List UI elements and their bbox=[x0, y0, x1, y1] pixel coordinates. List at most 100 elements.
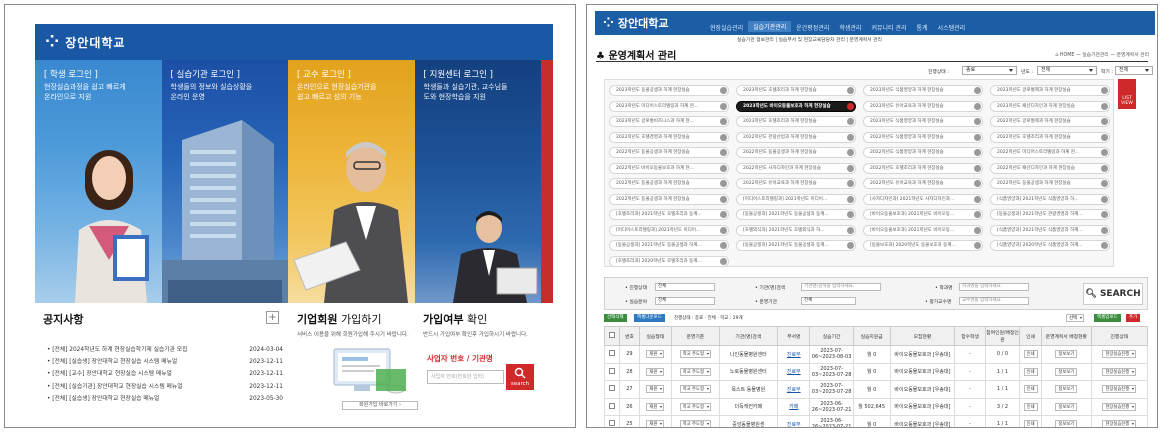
program-open-icon[interactable] bbox=[974, 195, 981, 203]
program-open-icon[interactable] bbox=[847, 102, 854, 110]
program-card[interactable]: [동물공생과] 2021학년도 동물공생과 하계... bbox=[609, 240, 729, 251]
center-login-title[interactable]: [ 지원센터 로그인 ] bbox=[424, 69, 508, 81]
program-card[interactable]: [동물공생과] 2021학년도 관광경영과 하계... bbox=[990, 209, 1110, 220]
program-card[interactable]: 2023학년도 식품영양과 하계 현장실습 bbox=[863, 85, 983, 96]
print-button[interactable]: 인쇄 bbox=[1023, 420, 1038, 427]
program-open-icon[interactable] bbox=[974, 118, 981, 125]
assign-view-button[interactable]: 정보보기 bbox=[1055, 350, 1078, 359]
state-select[interactable]: 현장실습진행 bbox=[1102, 367, 1137, 376]
program-card[interactable]: [바이오동물보호과] 2021학년도 바이오동... bbox=[863, 209, 983, 220]
corporate-signup-button[interactable]: 회원가입 바로가기 › bbox=[342, 401, 418, 410]
program-open-icon[interactable] bbox=[974, 226, 981, 234]
center-login-panel[interactable]: [ 지원센터 로그인 ] 학생들과 실습기관, 교수님들 도와 현장학습을 지원 bbox=[414, 60, 541, 303]
program-open-icon[interactable] bbox=[720, 211, 727, 218]
assign-view-button[interactable]: 정보보기 bbox=[1055, 402, 1078, 411]
program-open-icon[interactable] bbox=[1101, 242, 1108, 249]
program-card[interactable]: 2022학년도 동물공생과 하계 현장실습 bbox=[609, 193, 729, 205]
program-card[interactable]: 2023학년도 유아교육과 하계 현장실습 bbox=[863, 100, 983, 112]
notice-item[interactable]: • [전체] [실습생] 장안대학교 현장실습 시스템 메뉴얼 2023-12-1… bbox=[47, 356, 283, 368]
program-open-icon[interactable] bbox=[974, 149, 981, 156]
search-dept-input[interactable]: 학과명을 입력하세요. bbox=[959, 283, 1029, 291]
university-logo[interactable]: 장안대학교 bbox=[65, 34, 125, 51]
program-open-icon[interactable] bbox=[847, 118, 854, 125]
program-open-icon[interactable] bbox=[1101, 133, 1108, 141]
state-select[interactable]: 현장실습진행 bbox=[1102, 350, 1137, 359]
dept-link[interactable]: 진료부 bbox=[787, 387, 801, 393]
program-open-icon[interactable] bbox=[974, 133, 981, 141]
basis-select[interactable]: 학교 주도형 bbox=[679, 402, 711, 411]
program-open-icon[interactable] bbox=[847, 211, 854, 218]
program-card[interactable]: [동물공생과] 2021학년도 동물공생과 동계... bbox=[736, 240, 856, 251]
row-checkbox[interactable] bbox=[609, 420, 616, 427]
type-select[interactable]: 재원 bbox=[646, 367, 665, 376]
program-card[interactable]: [식품영양과] 2021학년도 식품영양과 하계... bbox=[990, 224, 1110, 236]
search-type-select[interactable]: 전체 bbox=[801, 297, 856, 305]
search-field-select[interactable]: 전체 bbox=[655, 297, 715, 305]
company-login-panel[interactable]: [ 실습기관 로그인 ] 학생들의 정보와 실습상황을 온라인 운영 bbox=[161, 60, 288, 303]
program-card[interactable]: 2023학년도 호텔조리과 하계 현장실습 bbox=[736, 85, 856, 96]
program-card[interactable]: 2022학년도 식품영양과 하계 현장실습 bbox=[863, 147, 983, 158]
program-open-icon[interactable] bbox=[974, 87, 981, 94]
program-open-icon[interactable] bbox=[720, 102, 727, 110]
program-card[interactable]: 2023학년도 바이오동물보호과 하계 현장실습 bbox=[736, 100, 856, 112]
admin-logo[interactable]: ⁘ 장안대학교 bbox=[603, 15, 669, 31]
program-card[interactable]: [호텔조리과] 2020학년도 호텔조리과 동계... bbox=[609, 255, 729, 267]
program-card[interactable]: 2022학년도 유아교육과 하계 현장실습 bbox=[863, 178, 983, 189]
program-open-icon[interactable] bbox=[720, 257, 727, 265]
type-select[interactable]: 재원 bbox=[646, 420, 665, 427]
program-card[interactable]: [미디어스토리텔링과] 2021학년도 미디어... bbox=[736, 193, 856, 205]
program-open-icon[interactable] bbox=[1101, 164, 1108, 172]
program-card[interactable]: 2022학년도 미디어스토리텔링과 하계 현... bbox=[990, 147, 1110, 158]
nav-item[interactable]: 커뮤니티 관리 bbox=[866, 23, 911, 32]
program-card[interactable]: 2022학년도 호텔조리과 하계 현장실습 bbox=[990, 131, 1110, 143]
print-button[interactable]: 인쇄 bbox=[1023, 385, 1038, 394]
program-open-icon[interactable] bbox=[1101, 195, 1108, 203]
assign-view-button[interactable]: 정보보기 bbox=[1055, 385, 1078, 394]
dept-link[interactable]: 진료부 bbox=[787, 352, 801, 358]
table-row[interactable]: 29 재원 학교 주도형 나인동물병원센터 진료부 2023-07-06~2023-08-… bbox=[603, 345, 1149, 364]
print-button[interactable]: 인쇄 bbox=[1023, 350, 1038, 359]
program-card[interactable]: 2022학년도 패션디자인과 하계 현장실습 bbox=[990, 162, 1110, 174]
search-button[interactable]: search bbox=[506, 364, 534, 390]
program-card[interactable]: [미디어스토리텔링과] 2021학년도 미디어... bbox=[609, 224, 729, 236]
state-select[interactable]: 현장실습진행 bbox=[1102, 420, 1137, 427]
program-card[interactable]: 2022학년도 글로벌제과 하계 현장실습 bbox=[990, 116, 1110, 127]
program-card[interactable]: 2022학년도 관광산업과 하계 현장실습 bbox=[736, 131, 856, 143]
program-card[interactable]: 2023학년도 식품영양과 하계 현장실습 bbox=[863, 116, 983, 127]
program-open-icon[interactable] bbox=[974, 102, 981, 110]
nav-item[interactable]: 시스템관리 bbox=[933, 23, 971, 32]
professor-login-panel[interactable]: [ 교수 로그인 ] 온라인으로 현장실습기관을 쉽고 빠르고 섬의 기능 bbox=[288, 60, 415, 303]
basis-select[interactable]: 학교 주도형 bbox=[679, 385, 711, 394]
program-card[interactable]: 2022학년도 동물공생과 하계 현장실습 bbox=[609, 147, 729, 158]
column-header[interactable] bbox=[603, 326, 621, 346]
program-open-icon[interactable] bbox=[720, 226, 727, 234]
table-row[interactable]: 27 재원 학교 주도형 목스트 동물병원 진료부 2023-07-03~2023-07-… bbox=[603, 380, 1149, 399]
notice-item[interactable]: • [전체] 2024학년도 하계 현장실습학기제 실습기관 모집 2024-03… bbox=[47, 344, 283, 356]
program-open-icon[interactable] bbox=[720, 118, 727, 125]
table-row[interactable]: 26 재원 학교 주도형 더독캐컨카페 카페 2023-06-26~2023-07-21 월… bbox=[603, 397, 1149, 416]
nav-item[interactable]: 실습기관관리 bbox=[748, 21, 792, 32]
business-number-input[interactable]: 사업자 번호(번호만 입력) bbox=[427, 370, 504, 384]
program-open-icon[interactable] bbox=[1101, 118, 1108, 125]
program-card[interactable]: [호텔조리과] 2021학년도 호텔조리과 동계... bbox=[609, 209, 729, 220]
program-card[interactable]: 2022학년도 호텔조리과 하계 현장실습 bbox=[863, 162, 983, 174]
select-all-checkbox[interactable] bbox=[609, 332, 616, 338]
row-checkbox[interactable] bbox=[609, 350, 616, 357]
print-button[interactable]: 인쇄 bbox=[1023, 367, 1038, 376]
state-select[interactable]: 현장실습진행 bbox=[1102, 385, 1137, 394]
program-card[interactable]: [동물공생과] 2021학년도 동물공생과 동계... bbox=[736, 209, 856, 220]
professor-login-title[interactable]: [ 교수 로그인 ] bbox=[297, 69, 377, 81]
assign-view-button[interactable]: 정보보기 bbox=[1055, 420, 1078, 427]
term-filter-select[interactable]: 전체 bbox=[1115, 66, 1153, 75]
print-button[interactable]: 인쇄 bbox=[1023, 402, 1038, 411]
row-checkbox[interactable] bbox=[609, 402, 616, 409]
program-open-icon[interactable] bbox=[974, 164, 981, 172]
program-card[interactable]: 2022학년도 바이오동물보호과 하계 현... bbox=[609, 162, 729, 174]
program-open-icon[interactable] bbox=[847, 195, 854, 203]
program-open-icon[interactable] bbox=[847, 133, 854, 141]
program-card[interactable]: 2023학년도 패션디자인과 하계 현장실습 bbox=[990, 100, 1110, 112]
program-card[interactable]: [바이오동물보호과] 2021학년도 바이오동... bbox=[863, 224, 983, 236]
program-card[interactable]: [동물보호과] 2020학년도 동물보호과 동계... bbox=[863, 240, 983, 251]
nav-item[interactable]: 학생관리 bbox=[834, 23, 866, 32]
nav-item[interactable]: 통계 bbox=[912, 23, 933, 32]
